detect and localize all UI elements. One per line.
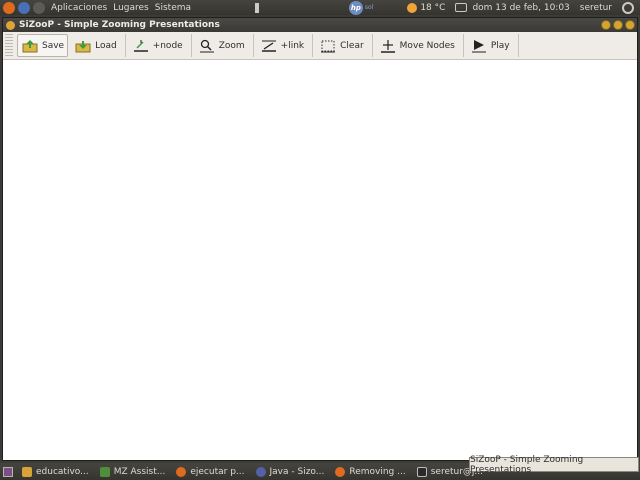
terminal-icon [416, 466, 427, 477]
user-menu[interactable]: seretur [580, 3, 612, 13]
app-icon [6, 20, 15, 30]
eclipse-icon [255, 466, 266, 477]
presentation-canvas[interactable] [3, 61, 637, 460]
add-node-button[interactable]: +node [128, 34, 187, 57]
maximize-button[interactable] [613, 20, 623, 30]
mail-icon[interactable] [455, 3, 468, 12]
toolbar-separator [124, 34, 126, 57]
move-icon [379, 38, 397, 54]
task-label: MZ Assist... [113, 466, 166, 477]
toolbar-separator [371, 34, 373, 57]
menu-aplicaciones[interactable]: Aplicaciones [51, 3, 107, 13]
toolbar-separator [312, 34, 314, 57]
task-label: Removing ... [349, 466, 406, 477]
move-nodes-button[interactable]: Move Nodes [375, 34, 459, 57]
clear-button[interactable]: Clear [315, 34, 368, 57]
add-link-button[interactable]: +link [256, 34, 308, 57]
toolbar-separator [517, 34, 519, 57]
save-button[interactable]: Save [17, 34, 69, 57]
settings-icon[interactable] [33, 1, 45, 14]
hp-label: sol [364, 4, 374, 11]
app-window: SiZooP - Simple Zooming Presentations Sa… [2, 17, 638, 461]
add-node-icon [132, 38, 150, 54]
taskbar-item[interactable]: ejecutar p... [172, 464, 248, 479]
toolbar-separator [462, 34, 464, 57]
clear-icon [319, 38, 337, 54]
play-label: Play [490, 40, 510, 51]
move-nodes-label: Move Nodes [399, 40, 455, 51]
toolbar-separator [252, 34, 254, 57]
help-icon[interactable] [18, 1, 30, 14]
clear-label: Clear [340, 40, 364, 51]
hp-logo-icon[interactable]: hp [348, 0, 363, 15]
task-label: ejecutar p... [190, 466, 245, 477]
load-icon [74, 38, 92, 54]
top-panel: Aplicaciones Lugares Sistema hp sol 18 °… [0, 0, 640, 15]
taskbar-item[interactable]: MZ Assist... [96, 464, 170, 479]
zoom-button[interactable]: Zoom [194, 34, 249, 57]
zoom-label: Zoom [218, 40, 245, 51]
taskbar-tooltip: SiZooP - Simple Zooming Presentations [469, 455, 639, 475]
close-button[interactable] [625, 20, 635, 30]
load-button[interactable]: Load [70, 34, 121, 57]
clock-applet[interactable]: dom 13 de feb, 10:03 [455, 2, 570, 13]
firefox-icon[interactable] [3, 1, 15, 14]
weather-applet[interactable]: 18 °C [407, 2, 446, 13]
add-node-label: +node [152, 40, 183, 51]
menu-sistema[interactable]: Sistema [155, 3, 191, 13]
clock-text: dom 13 de feb, 10:03 [472, 2, 570, 13]
firefox-icon [176, 466, 187, 477]
load-label: Load [95, 40, 117, 51]
menu-lugares[interactable]: Lugares [113, 3, 149, 13]
taskbar-item[interactable]: educativo... [18, 464, 93, 479]
window-controls [599, 20, 635, 30]
window-title: SiZooP - Simple Zooming Presentations [19, 20, 220, 30]
save-icon [21, 38, 39, 54]
add-link-label: +link [280, 40, 305, 51]
minimize-button[interactable] [601, 20, 611, 30]
user-name: seretur [579, 2, 612, 13]
volume-icon[interactable] [254, 2, 265, 13]
taskbar-item[interactable]: Removing ... [331, 464, 409, 479]
folder-icon [22, 466, 32, 477]
toolbar-grip[interactable] [5, 34, 13, 57]
title-bar[interactable]: SiZooP - Simple Zooming Presentations [3, 18, 637, 32]
task-label: educativo... [36, 466, 89, 477]
sun-icon [407, 2, 418, 13]
play-icon [470, 38, 488, 54]
play-button[interactable]: Play [466, 34, 514, 57]
toolbar: Save Load +node Zoom +link Clear Move No… [3, 32, 637, 60]
save-label: Save [42, 40, 65, 51]
task-label: Java - Sizo... [269, 466, 325, 477]
firefox-icon [335, 466, 346, 477]
app-icon [99, 466, 110, 477]
taskbar-item[interactable]: Java - Sizo... [252, 464, 329, 479]
power-icon[interactable] [622, 1, 634, 14]
toolbar-separator [190, 34, 192, 57]
weather-temp: 18 °C [420, 2, 446, 13]
add-link-icon [260, 38, 278, 54]
zoom-icon [198, 38, 216, 54]
show-desktop-icon[interactable] [3, 466, 13, 477]
